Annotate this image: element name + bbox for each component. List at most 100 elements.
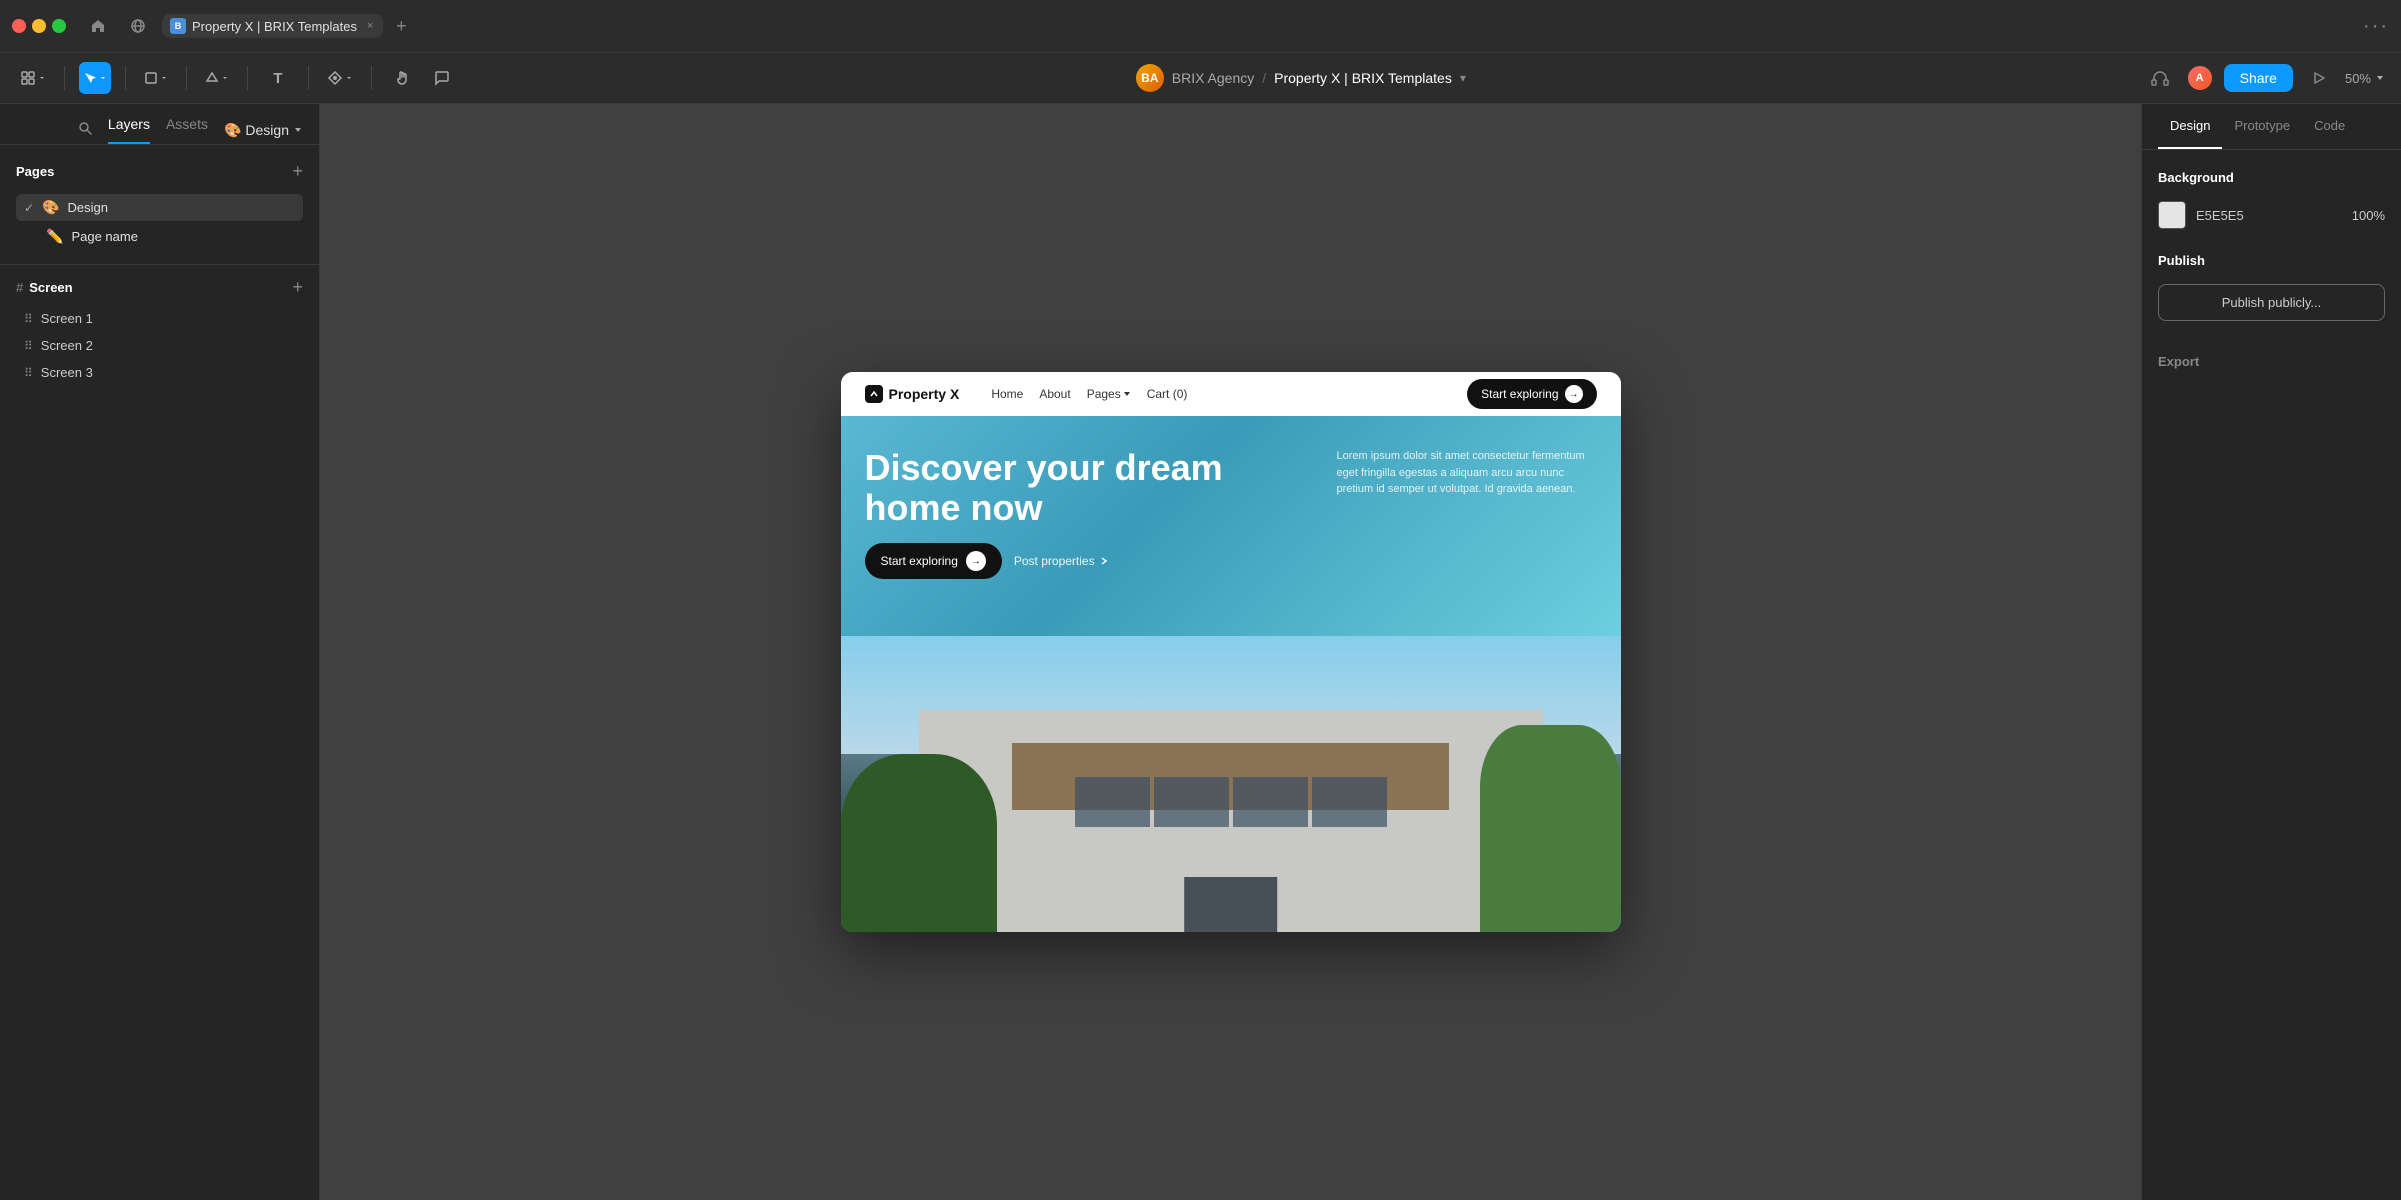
breadcrumb-agency: BRIX Agency bbox=[1172, 70, 1255, 86]
nav-cta-text: Start exploring bbox=[1481, 387, 1558, 401]
greenery-right bbox=[1480, 725, 1620, 932]
hero-text: Discover your dream home now Start explo… bbox=[865, 448, 1313, 636]
collaborator-avatars: A bbox=[2186, 64, 2214, 92]
website-image-section bbox=[841, 636, 1621, 932]
active-tab[interactable]: B Property X | BRIX Templates × bbox=[162, 14, 383, 38]
screens-header: # Screen + bbox=[16, 277, 303, 298]
hero-post-link[interactable]: Post properties bbox=[1014, 554, 1109, 568]
hero-cta-text: Start exploring bbox=[881, 554, 958, 568]
screen-item-3[interactable]: ⠿ Screen 3 bbox=[16, 360, 303, 385]
right-tab-design[interactable]: Design bbox=[2158, 104, 2222, 149]
tab-bar: B Property X | BRIX Templates × + bbox=[162, 12, 1255, 40]
panel-tabs: Layers Assets 🎨 Design bbox=[0, 104, 319, 145]
screen-1-label: Screen 1 bbox=[41, 311, 93, 326]
maximize-button[interactable] bbox=[52, 19, 66, 33]
toolbar-right: A Share 50% bbox=[2144, 62, 2385, 94]
right-panel: Design Prototype Code Background E5E5E5 … bbox=[2141, 104, 2401, 1200]
toolbar-center: BA BRIX Agency / Property X | BRIX Templ… bbox=[466, 64, 2136, 92]
screen-item-1[interactable]: ⠿ Screen 1 bbox=[16, 306, 303, 331]
tool-group-select bbox=[79, 62, 111, 94]
add-screen-button[interactable]: + bbox=[292, 277, 303, 298]
add-page-button[interactable]: + bbox=[292, 161, 303, 182]
page-item-name[interactable]: ✏️ Page name bbox=[16, 223, 303, 250]
greenery-left bbox=[841, 754, 997, 932]
right-tab-code[interactable]: Code bbox=[2302, 104, 2357, 149]
background-section-label: Background bbox=[2158, 170, 2385, 185]
grid-icon: # bbox=[16, 280, 23, 295]
hand-tool-button[interactable] bbox=[386, 62, 418, 94]
play-button[interactable] bbox=[2303, 62, 2335, 94]
tool-group-layout bbox=[16, 62, 50, 94]
publish-publicly-button[interactable]: Publish publicly... bbox=[2158, 284, 2385, 321]
brand-badge: BA bbox=[1136, 64, 1164, 92]
page-item-design[interactable]: ✓ 🎨 Design bbox=[16, 194, 303, 221]
background-color-swatch[interactable] bbox=[2158, 201, 2186, 229]
tab-close-button[interactable]: × bbox=[367, 20, 373, 32]
drag-handle-icon: ⠿ bbox=[24, 366, 33, 380]
pages-header: Pages + bbox=[16, 161, 303, 182]
screen-3-label: Screen 3 bbox=[41, 365, 93, 380]
main-layout: Layers Assets 🎨 Design Pages + ✓ 🎨 Desig… bbox=[0, 104, 2401, 1200]
hero-cta-row: Start exploring → Post properties bbox=[865, 543, 1313, 579]
divider bbox=[0, 264, 319, 265]
page-design-label: Design bbox=[68, 200, 108, 215]
tab-favicon: B bbox=[170, 18, 186, 34]
nav-cta-arrow-icon: → bbox=[1565, 385, 1583, 403]
nav-pages[interactable]: Pages bbox=[1087, 387, 1131, 401]
window-2 bbox=[1154, 777, 1229, 827]
nav-home[interactable]: Home bbox=[991, 387, 1023, 401]
hero-title: Discover your dream home now bbox=[865, 448, 1313, 527]
screen-2-label: Screen 2 bbox=[41, 338, 93, 353]
home-icon[interactable] bbox=[82, 10, 114, 42]
shape-tool-button[interactable] bbox=[201, 62, 233, 94]
background-hex-value[interactable]: E5E5E5 bbox=[2196, 208, 2244, 223]
comment-tool-button[interactable] bbox=[426, 62, 458, 94]
export-section: Export bbox=[2158, 353, 2385, 371]
nav-cart[interactable]: Cart (0) bbox=[1147, 387, 1188, 401]
drag-handle-icon: ⠿ bbox=[24, 339, 33, 353]
tab-layers[interactable]: Layers bbox=[108, 116, 150, 144]
left-panel: Layers Assets 🎨 Design Pages + ✓ 🎨 Desig… bbox=[0, 104, 320, 1200]
move-tool-button[interactable] bbox=[16, 62, 50, 94]
search-icon[interactable] bbox=[78, 121, 92, 140]
publish-section-label: Publish bbox=[2158, 253, 2385, 268]
right-tab-prototype[interactable]: Prototype bbox=[2222, 104, 2302, 149]
zoom-level: 50% bbox=[2345, 71, 2371, 86]
text-tool-button[interactable]: T bbox=[262, 62, 294, 94]
canvas-area[interactable]: Property X Home About Pages Cart (0) Sta… bbox=[320, 104, 2141, 1200]
check-icon: ✓ bbox=[24, 201, 34, 215]
nav-about[interactable]: About bbox=[1039, 387, 1070, 401]
component-tool-button[interactable] bbox=[323, 62, 357, 94]
chevron-down-icon[interactable]: ▾ bbox=[1460, 71, 1466, 85]
hero-body: Lorem ipsum dolor sit amet consectetur f… bbox=[1337, 448, 1597, 636]
more-options-button[interactable]: ··· bbox=[2363, 15, 2389, 38]
share-button[interactable]: Share bbox=[2224, 64, 2293, 92]
globe-icon[interactable] bbox=[122, 10, 154, 42]
nav-links: Home About Pages Cart (0) bbox=[991, 387, 1187, 401]
tool-group-shape bbox=[201, 62, 233, 94]
minimize-button[interactable] bbox=[32, 19, 46, 33]
hero-body-text: Lorem ipsum dolor sit amet consectetur f… bbox=[1337, 448, 1597, 498]
add-tab-button[interactable]: + bbox=[387, 12, 415, 40]
hero-cta-button[interactable]: Start exploring → bbox=[865, 543, 1002, 579]
headphone-icon[interactable] bbox=[2144, 62, 2176, 94]
window-3 bbox=[1233, 777, 1308, 827]
title-bar: B Property X | BRIX Templates × + ··· bbox=[0, 0, 2401, 52]
zoom-control[interactable]: 50% bbox=[2345, 71, 2385, 86]
website-nav: Property X Home About Pages Cart (0) Sta… bbox=[841, 372, 1621, 416]
screen-item-2[interactable]: ⠿ Screen 2 bbox=[16, 333, 303, 358]
tab-assets[interactable]: Assets bbox=[166, 116, 208, 144]
close-button[interactable] bbox=[12, 19, 26, 33]
select-tool-button[interactable] bbox=[79, 62, 111, 94]
frame-tool-button[interactable] bbox=[140, 62, 172, 94]
tab-design[interactable]: 🎨 Design bbox=[224, 122, 303, 139]
breadcrumb-separator: / bbox=[1262, 70, 1266, 86]
nav-cta-button[interactable]: Start exploring → bbox=[1467, 379, 1596, 409]
drag-handle-icon: ⠿ bbox=[24, 312, 33, 326]
preview-frame: Property X Home About Pages Cart (0) Sta… bbox=[841, 372, 1621, 932]
toolbar: T BA BRIX Agency / Property X | BRIX Tem… bbox=[0, 52, 2401, 104]
windows-row bbox=[1075, 777, 1387, 827]
window-controls bbox=[12, 19, 66, 33]
background-opacity-value[interactable]: 100% bbox=[2352, 208, 2385, 223]
logo-text: Property X bbox=[889, 386, 960, 402]
